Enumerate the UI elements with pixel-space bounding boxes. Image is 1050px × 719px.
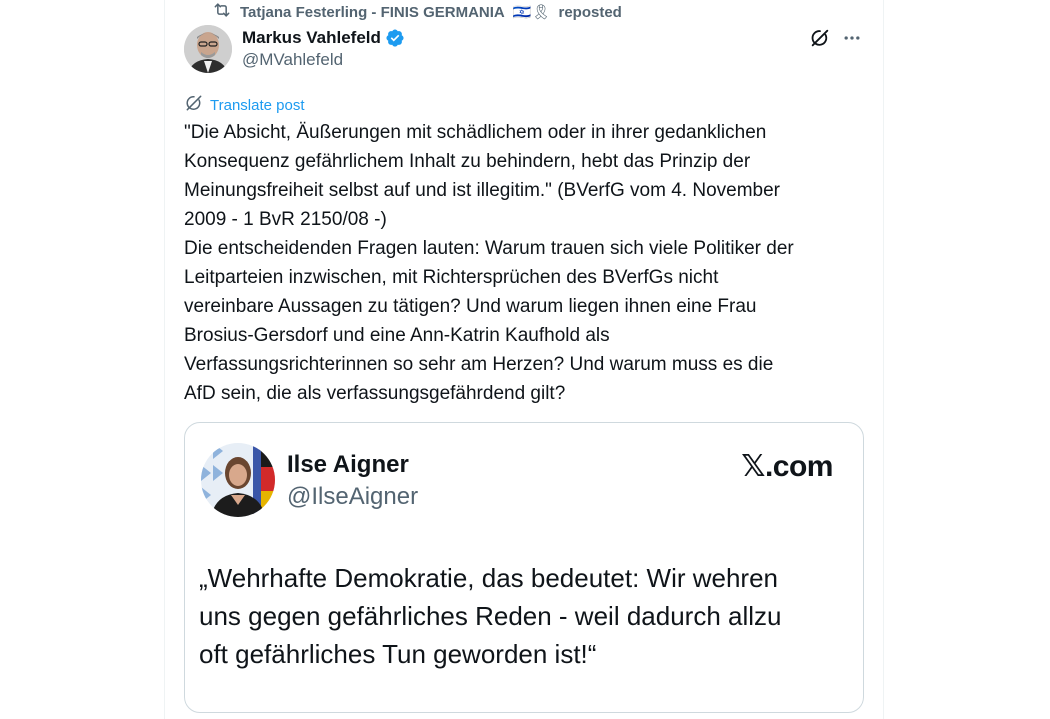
verified-badge-icon[interactable] xyxy=(385,28,405,48)
grok-icon[interactable] xyxy=(806,24,834,52)
repost-label: reposted xyxy=(558,3,622,21)
author-name[interactable]: Markus Vahlefeld xyxy=(242,28,381,48)
translate-icon xyxy=(184,93,204,117)
embed-quote: „Wehrhafte Demokratie, das bedeutet: Wir… xyxy=(199,563,782,669)
author-handle[interactable]: @MVahlefeld xyxy=(242,50,405,70)
embedded-image-card[interactable]: Ilse Aigner @IlseAigner 𝕏.com „Wehrhafte… xyxy=(184,422,864,713)
embed-name: Ilse Aigner xyxy=(287,451,409,478)
author-avatar[interactable] xyxy=(184,25,232,73)
embed-avatar xyxy=(201,443,275,517)
author-info: Markus Vahlefeld @MVahlefeld xyxy=(242,26,405,70)
repost-icon xyxy=(212,0,232,24)
embed-handle: @IlseAigner xyxy=(287,483,419,510)
repost-user-emojis: 🇮🇱🎗 xyxy=(512,4,551,21)
translate-post-link[interactable]: Translate post xyxy=(184,94,305,116)
author-name-row: Markus Vahlefeld xyxy=(242,26,405,50)
repost-indicator: Tatjana Festerling - FINIS GERMANIA 🇮🇱🎗 … xyxy=(212,2,622,22)
more-dots-icon[interactable] xyxy=(838,24,866,52)
repost-user[interactable]: Tatjana Festerling - FINIS GERMANIA xyxy=(240,4,505,21)
post-text: "Die Absicht, Äußerungen mit schädlichem… xyxy=(184,122,794,404)
x-logo: 𝕏.com xyxy=(741,450,833,483)
translate-label[interactable]: Translate post xyxy=(210,97,305,114)
